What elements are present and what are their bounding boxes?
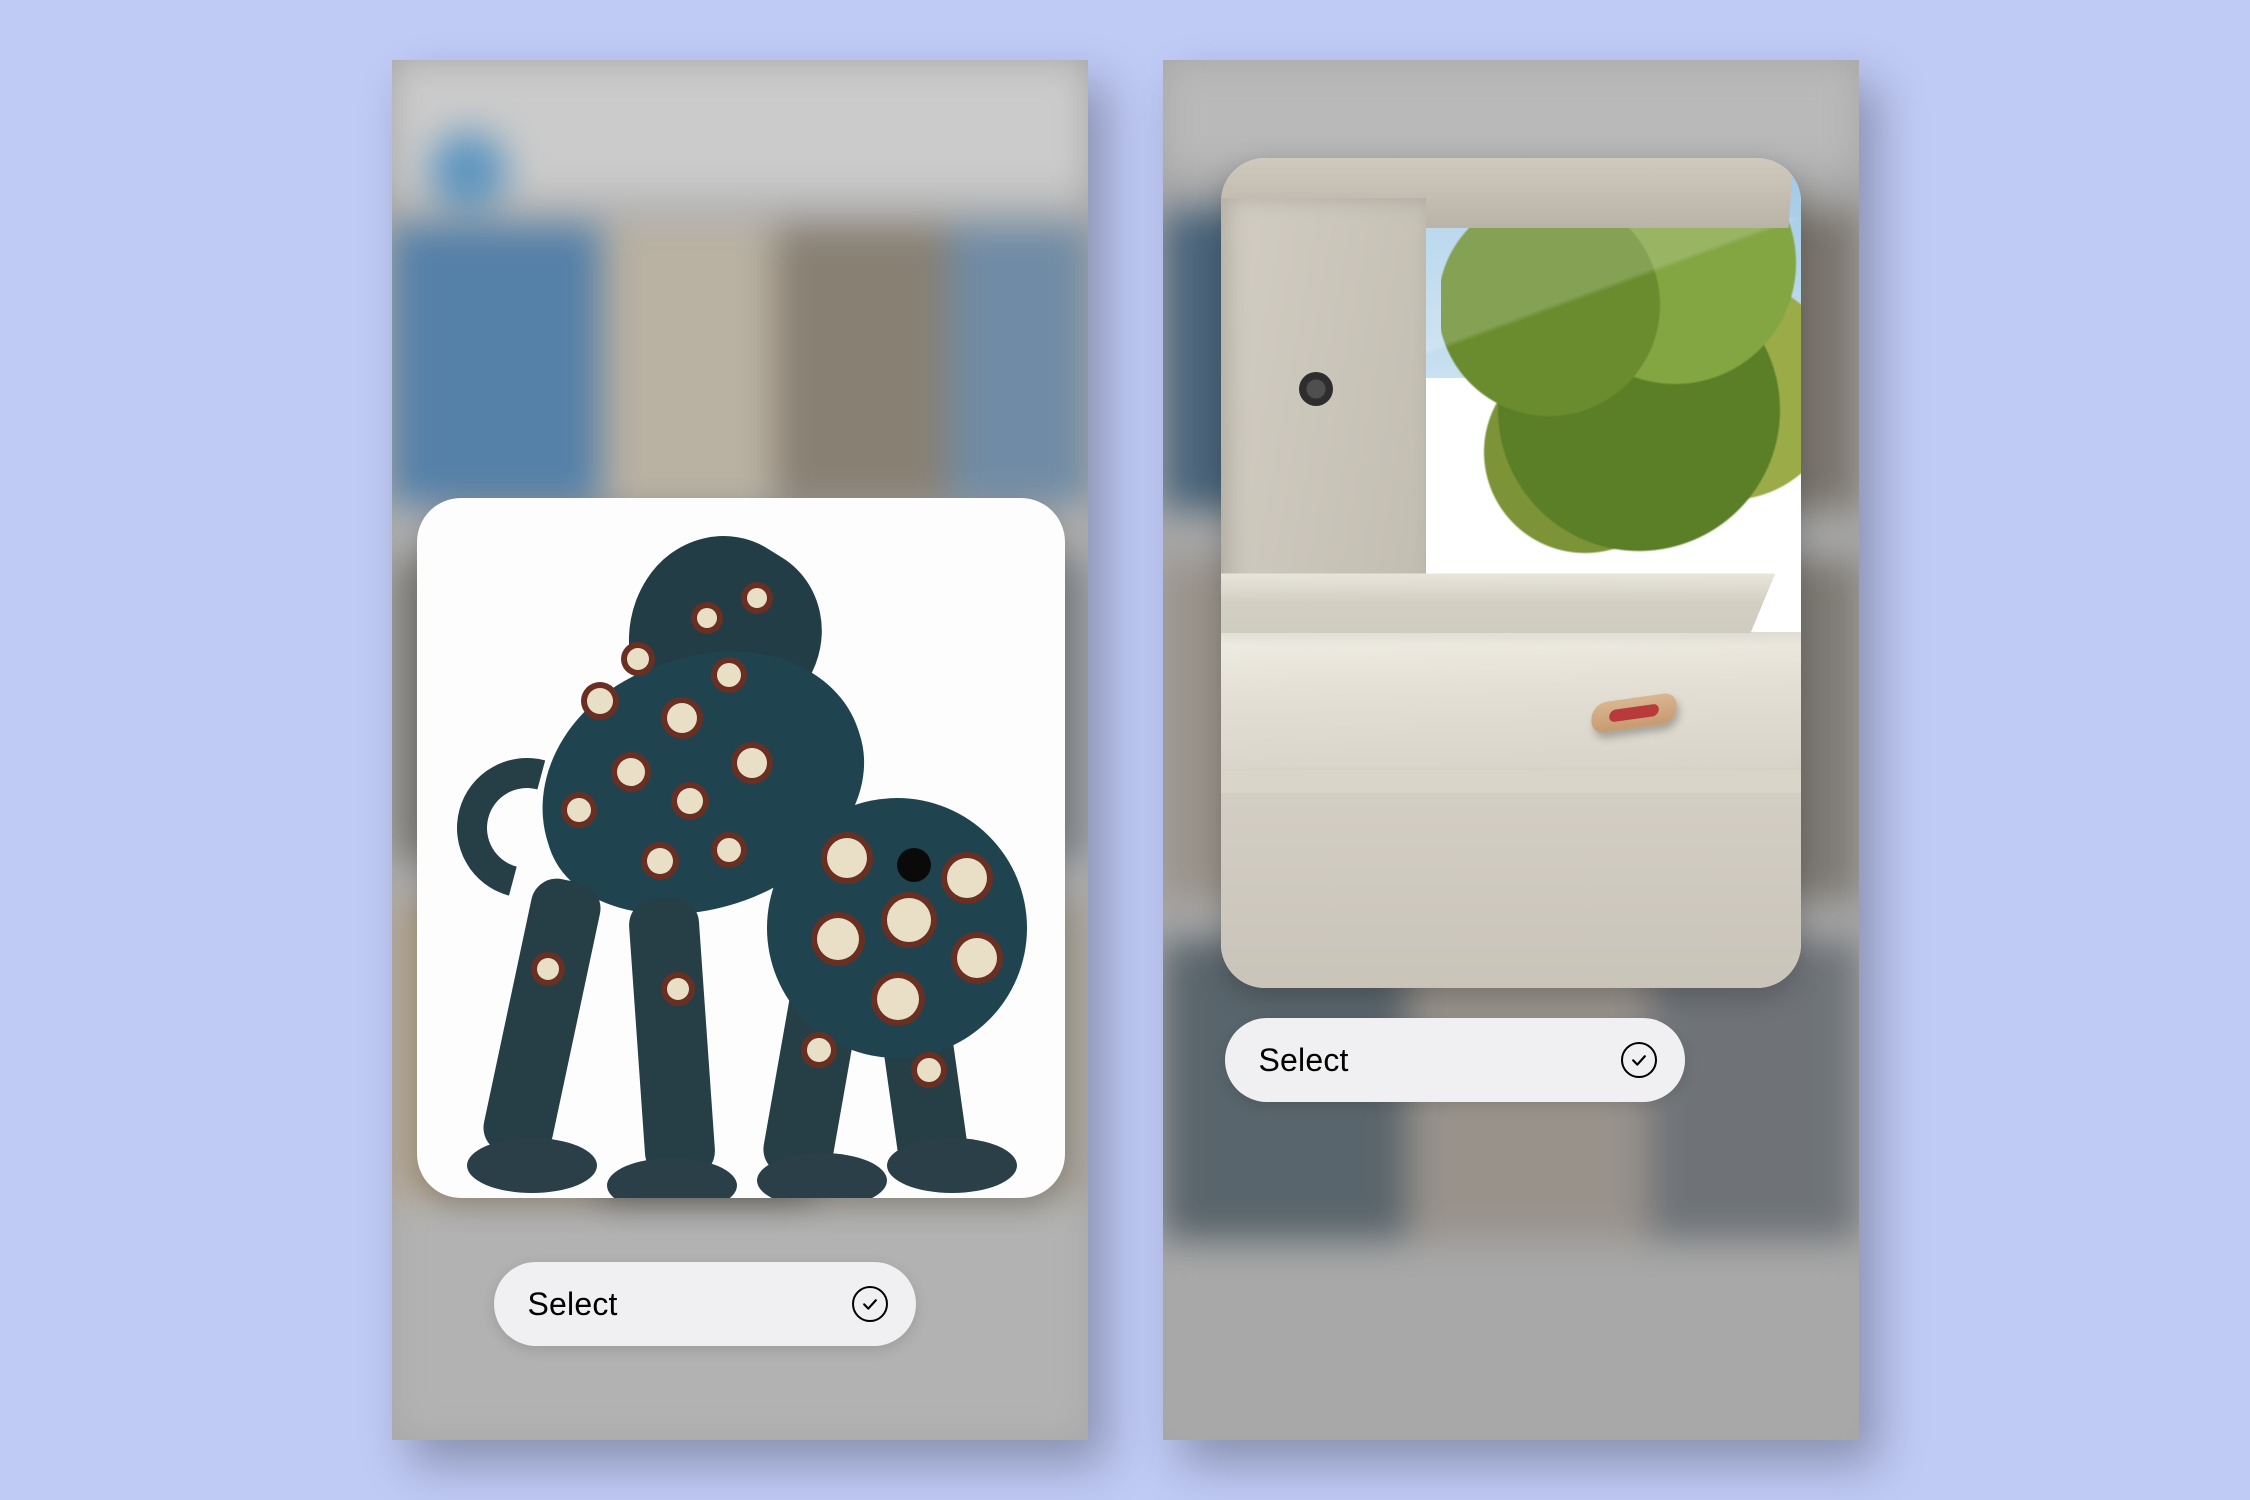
select-label: Select — [528, 1286, 618, 1323]
photo-spotted-chameleon — [417, 498, 1065, 1198]
select-button[interactable]: Select — [1225, 1018, 1685, 1102]
phone-screenshot-left: Select — [392, 60, 1088, 1440]
preview-card — [1221, 158, 1801, 988]
select-button[interactable]: Select — [494, 1262, 916, 1346]
photo-windowsill — [1221, 158, 1801, 988]
select-label: Select — [1259, 1042, 1349, 1079]
check-circle-icon — [852, 1286, 888, 1322]
preview-card — [417, 498, 1065, 1198]
check-circle-icon — [1621, 1042, 1657, 1078]
phone-screenshot-right: Select — [1163, 60, 1859, 1440]
